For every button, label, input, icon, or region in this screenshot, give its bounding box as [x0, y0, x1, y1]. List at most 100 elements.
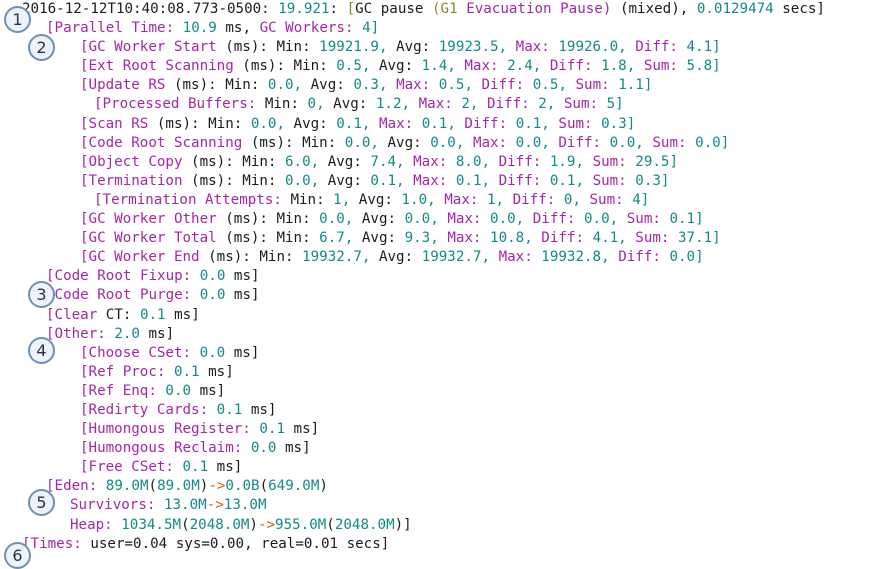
- log-token-num: 2.4,: [507, 58, 542, 75]
- log-token-plain: [507, 116, 516, 132]
- log-token-plain: (: [148, 478, 158, 495]
- log-token-key: Diff:: [498, 153, 542, 170]
- log-token-plain: [584, 173, 593, 189]
- log-line: [Code Root Fixup: 0.0 ms]: [0, 267, 883, 286]
- log-token-key: [Times:: [22, 535, 82, 552]
- log-token-key: Max:: [464, 58, 499, 75]
- log-token-plain: [635, 58, 644, 74]
- step-marker-4: 4: [28, 337, 55, 364]
- log-token-num: 5]: [606, 96, 624, 113]
- log-token-num: 0.1: [182, 459, 209, 476]
- log-token-plain: [436, 192, 445, 208]
- log-token-num: 1.0,: [401, 191, 436, 208]
- log-token-plain: [669, 230, 678, 246]
- log-token-num: 19932.7,: [302, 249, 371, 266]
- log-token-plain: GC pause: [355, 1, 433, 17]
- log-token-num: 4]: [632, 191, 650, 208]
- log-token-plain: Avg:: [285, 115, 337, 132]
- log-token-key: Max:: [418, 96, 453, 113]
- log-token-plain: Min:: [256, 96, 308, 113]
- log-token-key: [Ref Proc:: [80, 363, 166, 380]
- log-line: [Other: 2.0 ms]: [0, 325, 883, 344]
- log-token-key: GC Workers:: [259, 20, 354, 37]
- log-token-key: Diff:: [464, 115, 508, 132]
- log-token-key: Diff:: [541, 230, 585, 247]
- log-line: [GC Worker End (ms): Min: 19932.7, Avg: …: [0, 248, 883, 267]
- log-token-plain: ms]: [276, 440, 311, 457]
- log-token-num: 5.8]: [686, 58, 721, 75]
- log-token-num: 1,: [486, 191, 505, 208]
- log-token-plain: [447, 154, 456, 170]
- log-token-num: 19.921: [278, 1, 330, 17]
- log-token-num: 0.5,: [532, 77, 567, 94]
- log-token-plain: [524, 211, 533, 227]
- log-token-num: 0.0,: [490, 211, 525, 228]
- log-line: [Code Root Purge: 0.0 ms]: [0, 286, 883, 305]
- log-line: [Eden: 89.0M(89.0M)->0.0B(649.0M): [0, 477, 883, 496]
- log-token-key: [Code Root Fixup:: [46, 268, 192, 285]
- log-token-brk: [: [346, 1, 356, 17]
- log-token-key: [Ext Root Scanning: [80, 58, 234, 75]
- log-token-num: 955.0M: [275, 516, 327, 533]
- log-token-plain: (ms): Min:: [199, 249, 303, 266]
- log-token-key: Diff:: [481, 77, 525, 94]
- log-token-key: Sum:: [635, 230, 670, 247]
- log-token-num: 0,: [563, 191, 581, 208]
- log-token-plain: Avg:: [319, 172, 371, 189]
- log-token-plain: [370, 116, 379, 132]
- log-token-key: Max:: [515, 39, 550, 56]
- log-token-plain: [541, 173, 550, 189]
- log-token-plain: [627, 230, 636, 246]
- log-token-plain: ): [319, 478, 328, 495]
- log-token-num: 9.3,: [404, 230, 439, 247]
- log-token-plain: [113, 517, 122, 533]
- log-token-plain: [533, 249, 542, 265]
- step-marker-3: 3: [28, 281, 55, 308]
- log-token-plain: CT:: [97, 306, 140, 323]
- log-token-plain: (mixed),: [611, 1, 697, 17]
- log-token-num: 19932.8,: [541, 249, 610, 266]
- log-token-plain: [610, 77, 619, 93]
- log-token-plain: [191, 268, 200, 284]
- log-line: [GC Worker Start (ms): Min: 19921.9, Avg…: [0, 38, 883, 57]
- log-token-plain: [627, 154, 636, 170]
- log-token-plain: (ms): Min:: [148, 115, 251, 132]
- log-token-plain: [208, 402, 217, 418]
- log-token-plain: [447, 173, 456, 189]
- log-token-plain: [174, 459, 183, 475]
- log-token-num: 19932.7,: [421, 249, 491, 266]
- log-token-plain: [601, 135, 610, 151]
- log-line: [Free CSet: 0.1 ms]: [0, 458, 883, 477]
- log-token-num: 0.0: [165, 382, 192, 399]
- log-line: [GC Worker Other (ms): Min: 0.0, Avg: 0.…: [0, 210, 883, 229]
- log-token-num: 2048.0M: [189, 516, 250, 533]
- log-token-plain: [541, 154, 550, 170]
- log-token-plain: [242, 440, 251, 456]
- log-token-key: Max:: [447, 230, 482, 247]
- log-line: [Ref Proc: 0.1 ms]: [0, 363, 883, 382]
- log-token-plain: Avg:: [370, 58, 422, 75]
- log-token-plain: ms]: [242, 401, 277, 418]
- log-token-num: 1.4,: [421, 58, 456, 75]
- log-token-plain: [541, 58, 550, 74]
- log-token-plain: [481, 211, 490, 227]
- log-token-num: 2,: [538, 96, 556, 113]
- log-token-num: 0.3]: [601, 115, 636, 132]
- log-token-num: 0.1: [139, 306, 166, 323]
- log-token-num: 0.1: [173, 363, 200, 380]
- log-token-plain: Avg:: [324, 96, 376, 113]
- log-token-num: 0.0]: [695, 134, 730, 151]
- log-token-key: Sum:: [575, 77, 610, 94]
- log-token-plain: [405, 154, 414, 170]
- log-token-num: 0.0,: [319, 211, 354, 228]
- log-token-key: [Processed Buffers:: [94, 96, 257, 113]
- log-token-num: 0.0: [199, 287, 226, 304]
- log-token-plain: (ms): Min:: [216, 211, 320, 228]
- log-token-num: 19921.9,: [319, 39, 388, 56]
- log-token-key: [GC Worker Start: [80, 39, 217, 56]
- log-token-key: [Humongous Reclaim:: [80, 440, 243, 457]
- log-token-key: Sum:: [592, 172, 627, 189]
- log-token-key: [Scan RS: [80, 115, 149, 132]
- log-token-plain: [581, 192, 590, 208]
- log-token-num: 10.9: [182, 20, 217, 37]
